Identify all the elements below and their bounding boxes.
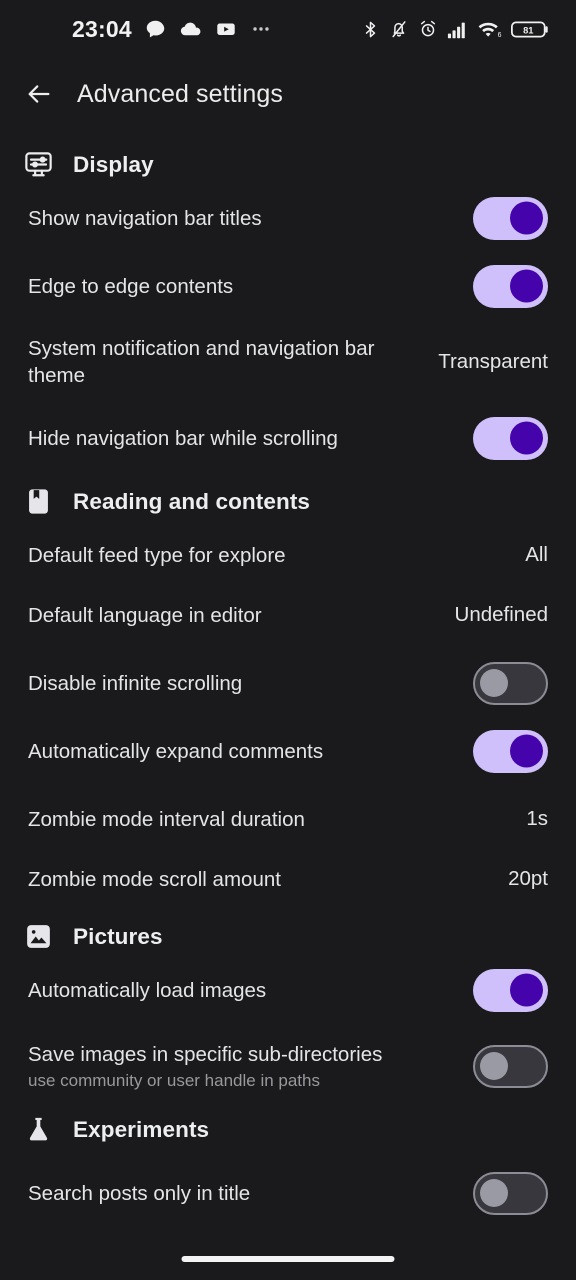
row-texts: Zombie mode interval duration bbox=[28, 806, 305, 833]
setting-row-automatically-load-images[interactable]: Automatically load images bbox=[0, 967, 576, 1013]
row-texts: Show navigation bar titles bbox=[28, 205, 262, 232]
toggle-save-images-in-specific-sub-directories[interactable] bbox=[473, 1044, 548, 1088]
wifi-icon: 6 bbox=[478, 22, 502, 39]
row-texts: Search posts only in title bbox=[28, 1180, 250, 1207]
row-texts: Zombie mode scroll amount bbox=[28, 866, 281, 893]
status-bar-left: 23:04 bbox=[72, 16, 272, 43]
setting-row-automatically-expand-comments[interactable]: Automatically expand comments bbox=[0, 728, 576, 774]
row-texts: Default feed type for explore bbox=[28, 542, 286, 569]
row-texts: Save images in specific sub-directories … bbox=[28, 1041, 382, 1092]
section-header-reading-and-contents: Reading and contents bbox=[0, 461, 576, 532]
app-bar: Advanced settings bbox=[0, 58, 576, 130]
row-texts: Disable infinite scrolling bbox=[28, 670, 242, 697]
setting-row-zombie-mode-scroll-amount[interactable]: Zombie mode scroll amount 20pt bbox=[0, 856, 576, 902]
bluetooth-icon bbox=[365, 21, 376, 37]
gesture-navigation-bar[interactable] bbox=[181, 1256, 395, 1262]
setting-value: All bbox=[525, 543, 548, 566]
page-title: Advanced settings bbox=[77, 79, 283, 108]
setting-row-default-language-in-editor[interactable]: Default language in editor Undefined bbox=[0, 592, 576, 638]
setting-row-zombie-mode-interval-duration[interactable]: Zombie mode interval duration 1s bbox=[0, 796, 576, 842]
toggle-disable-infinite-scrolling[interactable] bbox=[473, 661, 548, 705]
setting-label: Zombie mode interval duration bbox=[28, 807, 305, 831]
row-texts: Automatically load images bbox=[28, 977, 266, 1004]
setting-row-edge-to-edge-contents[interactable]: Edge to edge contents bbox=[0, 263, 576, 309]
setting-value: 1s bbox=[526, 807, 548, 830]
alarm-clock-icon bbox=[420, 20, 436, 37]
battery-level-text: 81 bbox=[523, 25, 533, 35]
arrow-left-icon bbox=[28, 85, 50, 103]
status-bar: 23:04 6 81 bbox=[0, 0, 576, 58]
cellular-signal-icon bbox=[447, 22, 465, 38]
setting-label: Edge to edge contents bbox=[28, 274, 234, 298]
settings-screen: 23:04 6 81 Advanced settings Display Sho… bbox=[0, 0, 576, 1280]
setting-label: Default language in editor bbox=[28, 603, 262, 627]
setting-label: Zombie mode scroll amount bbox=[28, 867, 281, 891]
section-title: Reading and contents bbox=[73, 488, 311, 514]
toggle-knob bbox=[480, 1052, 508, 1080]
setting-value: Undefined bbox=[454, 603, 548, 626]
setting-sublabel: use community or user handle in paths bbox=[28, 1070, 320, 1090]
toggle-hide-navigation-bar-while-scrolling[interactable] bbox=[473, 416, 548, 460]
setting-label: System notification and navigation bar t… bbox=[28, 337, 375, 387]
chat-bubble-icon bbox=[146, 20, 165, 37]
notifications-silenced-icon bbox=[392, 21, 406, 38]
row-texts: Hide navigation bar while scrolling bbox=[28, 425, 338, 452]
display-settings-icon bbox=[22, 148, 55, 181]
section-title: Experiments bbox=[73, 1116, 210, 1142]
toggle-knob bbox=[480, 669, 508, 697]
back-button[interactable] bbox=[22, 77, 56, 111]
toggle-knob bbox=[510, 421, 543, 455]
setting-label: Search posts only in title bbox=[28, 1181, 251, 1205]
setting-row-hide-navigation-bar-while-scrolling[interactable]: Hide navigation bar while scrolling bbox=[0, 415, 576, 461]
setting-row-save-images-in-specific-sub-directories[interactable]: Save images in specific sub-directories … bbox=[0, 1035, 576, 1097]
toggle-search-posts-only-in-title[interactable] bbox=[473, 1171, 548, 1215]
setting-label: Save images in specific sub-directories bbox=[28, 1042, 383, 1066]
more-notifications-icon bbox=[253, 27, 269, 31]
setting-row-search-posts-only-in-title[interactable]: Search posts only in title bbox=[0, 1170, 576, 1216]
row-texts: Automatically expand comments bbox=[28, 738, 323, 765]
setting-row-system-bar-theme[interactable]: System notification and navigation bar t… bbox=[0, 331, 576, 393]
svg-text:6: 6 bbox=[498, 32, 502, 39]
section-header-pictures: Pictures bbox=[0, 902, 576, 967]
settings-list: Display Show navigation bar titles Edge … bbox=[0, 130, 576, 1216]
setting-row-disable-infinite-scrolling[interactable]: Disable infinite scrolling bbox=[0, 660, 576, 706]
battery-icon: 81 bbox=[511, 21, 548, 37]
setting-label: Hide navigation bar while scrolling bbox=[28, 426, 338, 450]
toggle-knob bbox=[510, 734, 543, 768]
row-texts: System notification and navigation bar t… bbox=[28, 335, 408, 389]
image-icon bbox=[22, 920, 55, 953]
setting-label: Default feed type for explore bbox=[28, 543, 286, 567]
toggle-knob bbox=[480, 1179, 508, 1207]
setting-label: Automatically expand comments bbox=[28, 739, 324, 763]
status-bar-clock: 23:04 bbox=[72, 15, 132, 42]
toggle-knob bbox=[510, 973, 543, 1007]
setting-row-default-feed-type-for-explore[interactable]: Default feed type for explore All bbox=[0, 532, 576, 578]
cloud-icon bbox=[180, 22, 201, 35]
setting-label: Show navigation bar titles bbox=[28, 206, 262, 230]
setting-value: 20pt bbox=[508, 867, 548, 890]
section-title: Pictures bbox=[73, 923, 163, 949]
section-header-display: Display bbox=[0, 130, 576, 195]
status-bar-right: 6 81 bbox=[361, 19, 550, 40]
toggle-automatically-expand-comments[interactable] bbox=[473, 729, 548, 773]
row-texts: Edge to edge contents bbox=[28, 273, 233, 300]
toggle-knob bbox=[510, 269, 543, 303]
setting-value: Transparent bbox=[438, 350, 548, 373]
bookmark-book-icon bbox=[22, 485, 55, 518]
toggle-automatically-load-images[interactable] bbox=[473, 968, 548, 1012]
setting-label: Automatically load images bbox=[28, 978, 267, 1002]
youtube-icon bbox=[217, 23, 235, 35]
flask-icon bbox=[22, 1113, 55, 1146]
toggle-edge-to-edge-contents[interactable] bbox=[473, 264, 548, 308]
section-header-experiments: Experiments bbox=[0, 1097, 576, 1160]
row-texts: Default language in editor bbox=[28, 602, 262, 629]
toggle-show-navigation-bar-titles[interactable] bbox=[473, 196, 548, 240]
setting-row-show-navigation-bar-titles[interactable]: Show navigation bar titles bbox=[0, 195, 576, 241]
setting-label: Disable infinite scrolling bbox=[28, 671, 243, 695]
toggle-knob bbox=[510, 201, 543, 235]
section-title: Display bbox=[73, 151, 154, 177]
